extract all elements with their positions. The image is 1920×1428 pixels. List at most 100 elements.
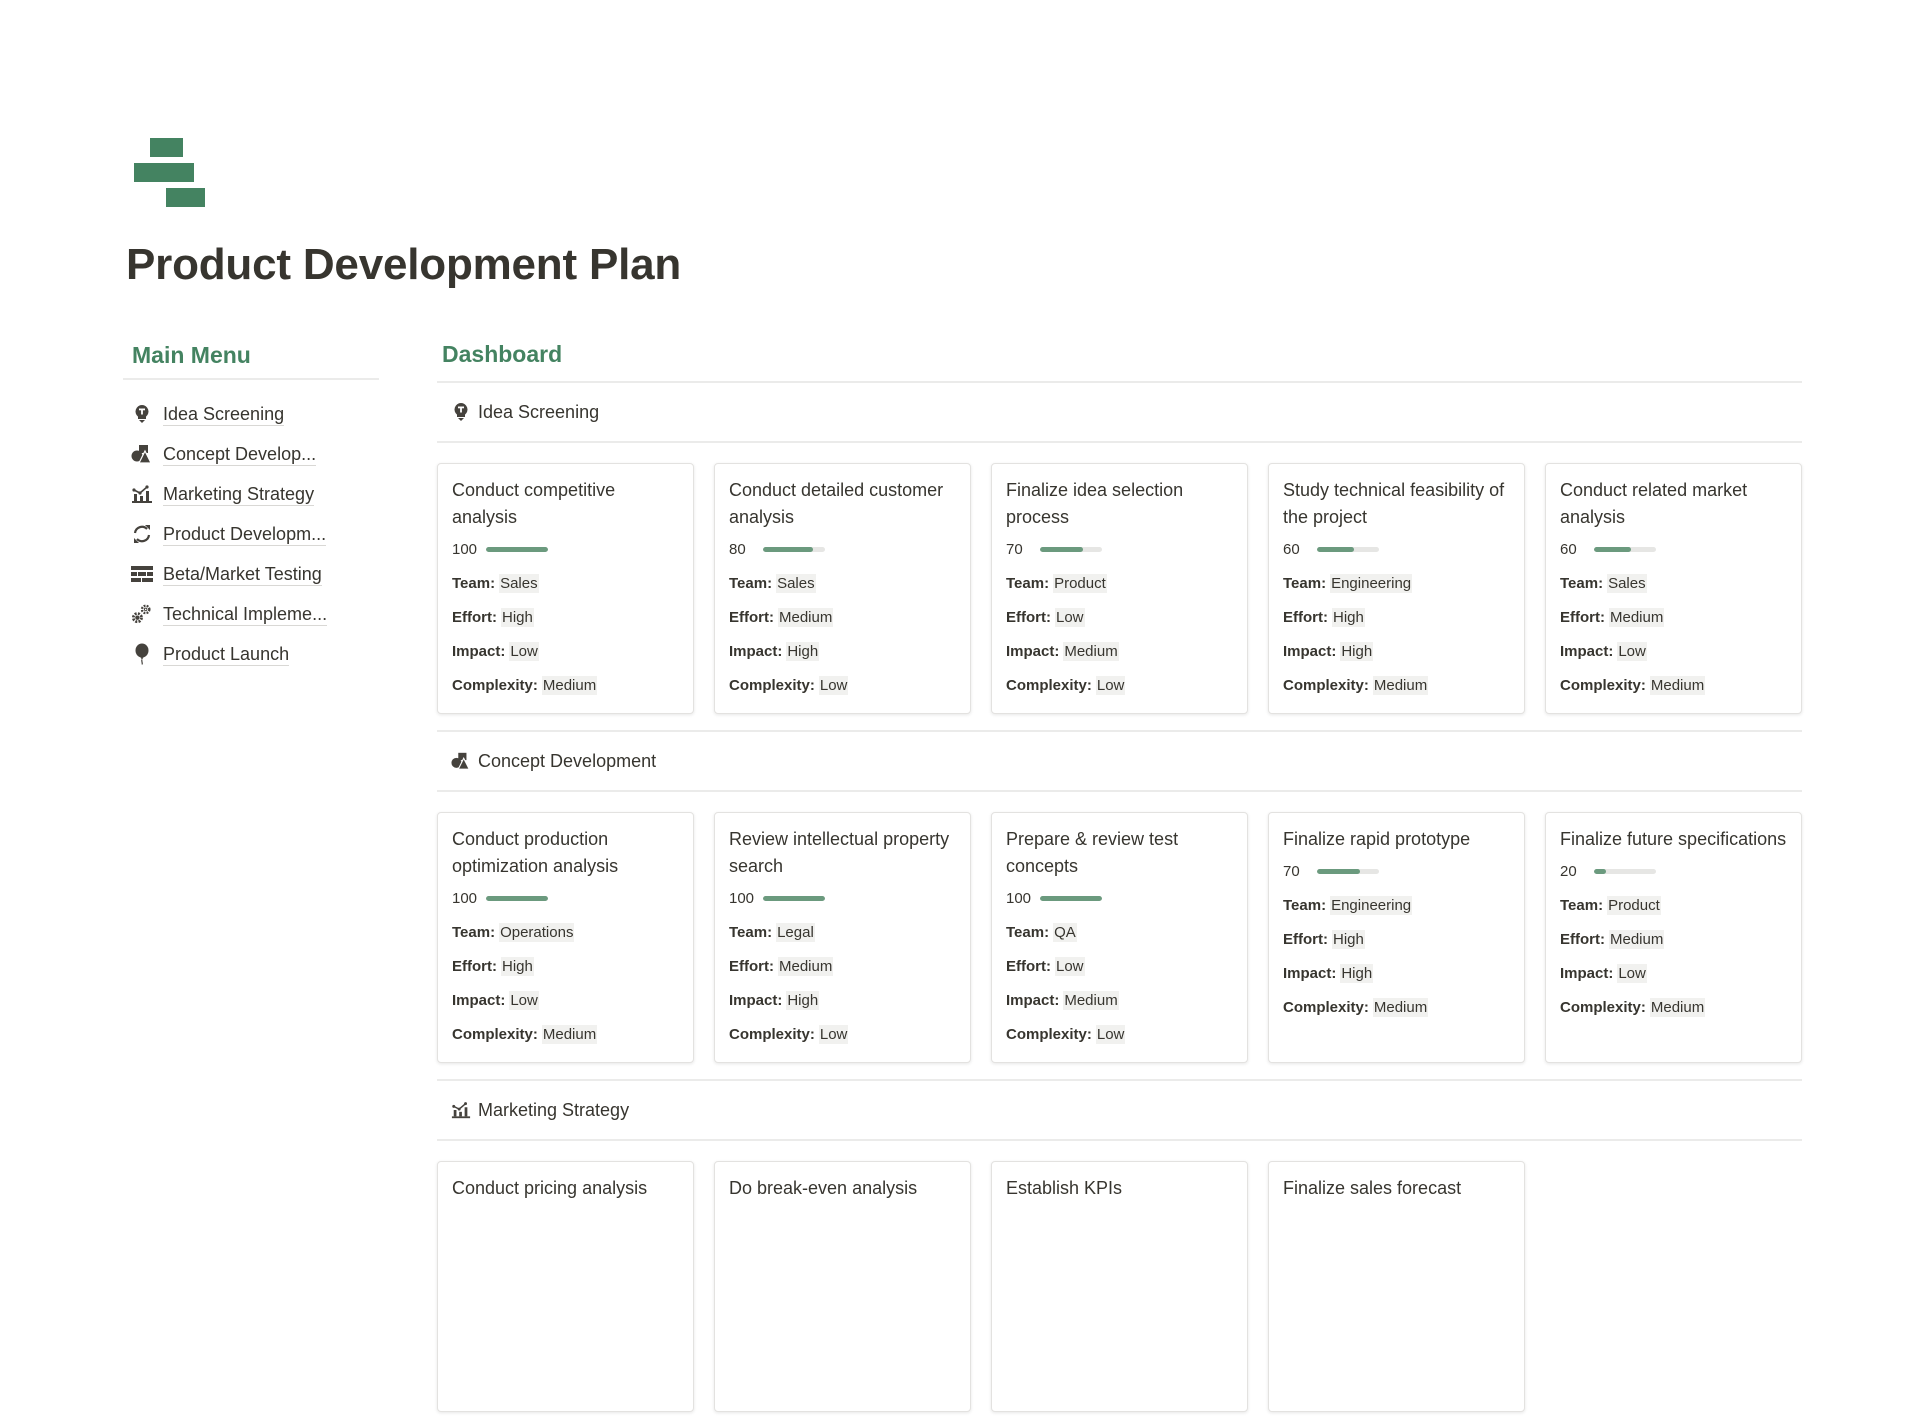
task-card[interactable]: Prepare & review test concepts 100 Team: QA… xyxy=(991,812,1248,1063)
progress-value: 100 xyxy=(452,540,478,558)
property-label: Team: xyxy=(452,923,496,941)
sidebar-item-label[interactable]: Product Developm... xyxy=(163,523,327,546)
progress-bar-fill xyxy=(486,895,548,901)
sidebar-item-technical-impleme[interactable]: Technical Impleme... xyxy=(123,594,379,634)
progress: 70 xyxy=(1006,532,1233,566)
section-marketing-strategy: Marketing Strategy Conduct pricing analys… xyxy=(437,1079,1802,1428)
property-label: Impact: xyxy=(729,991,783,1009)
property-team: Team: Sales xyxy=(452,566,679,600)
sidebar-item-marketing-strategy[interactable]: Marketing Strategy xyxy=(123,474,379,514)
sidebar-menu: Idea Screening Concept Develop... Marketin… xyxy=(123,394,379,674)
sidebar-item-idea-screening[interactable]: Idea Screening xyxy=(123,394,379,434)
property-value: Medium xyxy=(1609,607,1665,627)
property-effort: Effort: Low xyxy=(1006,949,1233,983)
task-card[interactable]: Conduct competitive analysis 100 Team: Sale… xyxy=(437,463,694,714)
task-card[interactable]: Finalize future specifications 20 Team: Pro… xyxy=(1545,812,1802,1063)
property-label: Team: xyxy=(729,574,773,592)
section-header[interactable]: Idea Screening xyxy=(437,383,1802,441)
section-header[interactable]: Concept Development xyxy=(437,732,1802,790)
sidebar-item-label[interactable]: Idea Screening xyxy=(163,403,285,426)
property-value: Low xyxy=(818,675,849,695)
sidebar-item-label[interactable]: Beta/Market Testing xyxy=(163,563,322,586)
property-label: Effort: xyxy=(729,957,774,975)
chart-icon xyxy=(451,1100,471,1120)
sidebar-item-label[interactable]: Technical Impleme... xyxy=(163,603,328,626)
property-label: Effort: xyxy=(1283,930,1328,948)
dashboard-title: Dashboard xyxy=(442,341,563,367)
property-label: Complexity: xyxy=(452,676,538,694)
shapes-icon xyxy=(451,751,471,771)
property-label: Effort: xyxy=(452,608,497,626)
progress-bar xyxy=(1317,546,1379,552)
card-title: Conduct competitive analysis xyxy=(452,480,616,527)
progress: 80 xyxy=(729,532,956,566)
property-label: Impact: xyxy=(1006,991,1060,1009)
section-idea-screening: Idea Screening Conduct competitive analys… xyxy=(437,381,1802,730)
progress-bar xyxy=(486,546,548,552)
property-label: Team: xyxy=(1006,574,1050,592)
sidebar-item-product-launch[interactable]: Product Launch xyxy=(123,634,379,674)
property-value: Low xyxy=(509,641,539,661)
property-value: High xyxy=(1340,641,1374,661)
card-title: Review intellectual property search xyxy=(729,829,950,876)
task-card[interactable]: Conduct related market analysis 60 Team: Sa… xyxy=(1545,463,1802,714)
progress-bar xyxy=(1594,868,1656,874)
card-title: Study technical feasibility of the proje… xyxy=(1283,480,1505,527)
sidebar-item-label[interactable]: Marketing Strategy xyxy=(163,483,315,506)
card-title: Conduct related market analysis xyxy=(1560,480,1748,527)
bricks-icon xyxy=(131,563,153,585)
shapes-icon xyxy=(131,443,153,465)
progress-value: 60 xyxy=(1560,540,1577,558)
section-concept-development: Concept Development Conduct production op… xyxy=(437,730,1802,1079)
property-label: Team: xyxy=(1283,574,1327,592)
property-effort: Effort: Medium xyxy=(1560,600,1787,634)
property-label: Team: xyxy=(1283,896,1327,914)
property-value: Operations xyxy=(499,922,575,942)
page-title: Product Development Plan xyxy=(126,240,682,289)
property-label: Team: xyxy=(1560,896,1604,914)
dashboard-sections: Idea Screening Conduct competitive analys… xyxy=(437,381,1802,1428)
property-complexity: Complexity: Medium xyxy=(1283,668,1510,702)
property-label: Effort: xyxy=(729,608,774,626)
property-impact: Impact: High xyxy=(1283,956,1510,990)
property-team: Team: QA xyxy=(1006,915,1233,949)
property-value: Sales xyxy=(499,573,539,593)
property-impact: Impact: Low xyxy=(452,634,679,668)
property-value: Medium xyxy=(1372,997,1429,1017)
task-card[interactable]: Review intellectual property search 100 Te… xyxy=(714,812,971,1063)
section-header[interactable]: Marketing Strategy xyxy=(437,1081,1802,1139)
property-value: High xyxy=(786,990,820,1010)
section-title: Concept Development xyxy=(478,750,657,771)
property-effort: Effort: Medium xyxy=(1560,922,1787,956)
property-value: Medium xyxy=(778,607,834,627)
sidebar-item-beta-market-testing[interactable]: Beta/Market Testing xyxy=(123,554,379,594)
property-label: Complexity: xyxy=(1560,998,1646,1016)
property-value: High xyxy=(501,956,534,976)
card-title: Conduct detailed customer analysis xyxy=(729,480,944,527)
sidebar-item-label[interactable]: Concept Develop... xyxy=(163,443,317,466)
property-value: High xyxy=(1332,607,1365,627)
progress-bar-fill xyxy=(763,546,813,552)
property-team: Team: Product xyxy=(1006,566,1233,600)
property-value: Low xyxy=(509,990,539,1010)
sidebar-item-label[interactable]: Product Launch xyxy=(163,643,290,666)
sidebar-item-product-developm[interactable]: Product Developm... xyxy=(123,514,379,554)
sidebar-item-concept-develop[interactable]: Concept Develop... xyxy=(123,434,379,474)
task-card[interactable]: Conduct detailed customer analysis 80 Team… xyxy=(714,463,971,714)
progress: 20 xyxy=(1560,854,1787,888)
property-value: High xyxy=(786,641,820,661)
progress-bar-fill xyxy=(1594,546,1632,552)
property-impact: Impact: Low xyxy=(1560,956,1787,990)
task-card[interactable]: Conduct production optimization analysis… xyxy=(437,812,694,1063)
property-label: Impact: xyxy=(452,642,506,660)
progress-value: 60 xyxy=(1283,540,1300,558)
task-card[interactable]: Finalize rapid prototype 70 Team: Engineeri… xyxy=(1268,812,1525,1063)
task-card[interactable]: Finalize idea selection process 70 Team: Pr… xyxy=(991,463,1248,714)
card-title: Conduct production optimization analysis xyxy=(452,829,619,876)
property-label: Effort: xyxy=(1560,930,1605,948)
progress-bar-fill xyxy=(1594,868,1607,874)
property-label: Impact: xyxy=(1283,642,1337,660)
task-card[interactable]: Study technical feasibility of the proje… xyxy=(1268,463,1525,714)
property-value: Low xyxy=(1617,963,1647,983)
property-value: High xyxy=(501,607,534,627)
